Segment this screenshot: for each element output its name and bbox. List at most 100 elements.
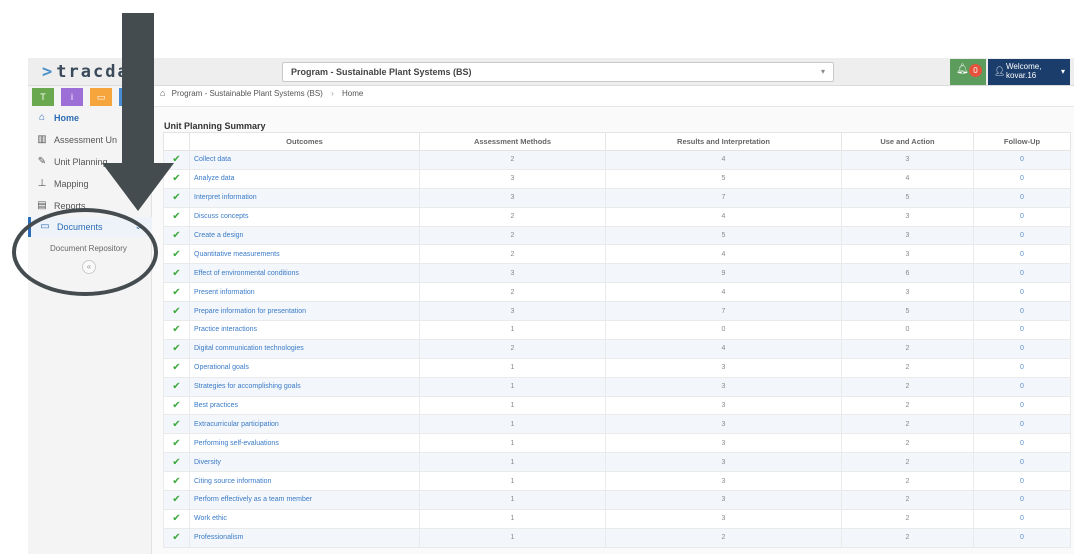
use-action-count: 3 xyxy=(841,206,974,227)
results-count: 3 xyxy=(605,471,842,492)
use-action-count: 2 xyxy=(841,490,974,510)
column-header-use-and-action[interactable]: Use and Action xyxy=(841,132,974,151)
assessment-methods-count: 1 xyxy=(419,414,606,435)
program-select[interactable]: Program - Sustainable Plant Systems (BS)… xyxy=(282,62,834,82)
logo[interactable]: > tracda xyxy=(42,62,130,82)
results-count: 4 xyxy=(605,282,842,303)
use-action-count: 4 xyxy=(841,168,974,189)
column-header-follow-up[interactable]: Follow-Up xyxy=(973,132,1071,151)
outcome-link[interactable]: Diversity xyxy=(189,452,420,473)
use-action-count: 2 xyxy=(841,338,974,359)
outcome-link[interactable]: Work ethic xyxy=(189,508,420,529)
use-action-count: 0 xyxy=(841,320,974,340)
check-icon: ✔ xyxy=(163,338,190,359)
breadcrumb-program[interactable]: Program - Sustainable Plant Systems (BS) xyxy=(172,89,323,98)
table-row: ✔ Strategies for accomplishing goals 1 3 2 0 xyxy=(163,376,1071,397)
quick-button-calendar[interactable]: ▭ xyxy=(90,88,112,106)
sidebar-item-label: Home xyxy=(54,113,80,123)
outcome-link[interactable]: Digital communication technologies xyxy=(189,338,420,359)
outcome-link[interactable]: Practice interactions xyxy=(189,320,420,340)
table-row: ✔ Practice interactions 1 0 0 0 xyxy=(163,320,1071,340)
table-row: ✔ Operational goals 1 3 2 0 xyxy=(163,357,1071,378)
follow-up-count: 0 xyxy=(973,150,1071,170)
notifications-button[interactable]: 🔔︎ 0 xyxy=(950,59,986,85)
outcome-link[interactable]: Present information xyxy=(189,282,420,303)
outcome-link[interactable]: Discuss concepts xyxy=(189,206,420,227)
table-row: ✔ Best practices 1 3 2 0 xyxy=(163,395,1071,416)
annotation-arrow-head xyxy=(102,163,174,211)
use-action-count: 3 xyxy=(841,150,974,170)
follow-up-count: 0 xyxy=(973,168,1071,189)
follow-up-count: 0 xyxy=(973,244,1071,265)
assessment-methods-count: 2 xyxy=(419,338,606,359)
column-header-assessment-methods[interactable]: Assessment Methods xyxy=(419,132,606,151)
assessment-methods-count: 1 xyxy=(419,527,606,548)
follow-up-count: 0 xyxy=(973,376,1071,397)
outcome-link[interactable]: Collect data xyxy=(189,150,420,170)
use-action-count: 6 xyxy=(841,263,974,284)
assessment-methods-count: 3 xyxy=(419,301,606,322)
summary-table-wrap: Outcomes Assessment Methods Results and … xyxy=(163,132,1071,548)
quick-button-info[interactable]: i xyxy=(61,88,83,106)
column-header-check xyxy=(163,132,190,151)
outcome-link[interactable]: Operational goals xyxy=(189,357,420,378)
table-row: ✔ Citing source information 1 3 2 0 xyxy=(163,471,1071,492)
follow-up-count: 0 xyxy=(973,395,1071,416)
check-icon: ✔ xyxy=(163,376,190,397)
sidebar-item-label: Assessment Un xyxy=(54,135,118,145)
table-body: ✔ Collect data 2 4 3 0 ✔ Analyze data 3 5 4 0 ✔ Inter… xyxy=(163,150,1071,548)
use-action-count: 2 xyxy=(841,508,974,529)
text-icon: T xyxy=(40,92,46,102)
breadcrumb: ⌂ Program - Sustainable Plant Systems (B… xyxy=(160,88,363,98)
table-row: ✔ Analyze data 3 5 4 0 xyxy=(163,168,1071,189)
results-count: 3 xyxy=(605,508,842,529)
assessment-methods-count: 1 xyxy=(419,376,606,397)
check-icon: ✔ xyxy=(163,263,190,284)
user-menu[interactable]: 👤︎ Welcome, kovar.16 ▾ xyxy=(988,59,1070,85)
check-icon: ✔ xyxy=(163,395,190,416)
assessment-methods-count: 3 xyxy=(419,168,606,189)
use-action-count: 2 xyxy=(841,471,974,492)
outcome-link[interactable]: Strategies for accomplishing goals xyxy=(189,376,420,397)
assessment-methods-count: 1 xyxy=(419,395,606,416)
results-count: 3 xyxy=(605,376,842,397)
notification-badge: 0 xyxy=(969,64,982,77)
follow-up-count: 0 xyxy=(973,301,1071,322)
table-row: ✔ Collect data 2 4 3 0 xyxy=(163,150,1071,170)
quick-button-text[interactable]: T xyxy=(32,88,54,106)
assessment-methods-count: 1 xyxy=(419,320,606,340)
outcome-link[interactable]: Perform effectively as a team member xyxy=(189,490,420,510)
assessment-methods-count: 3 xyxy=(419,263,606,284)
table-row: ✔ Create a design 2 5 3 0 xyxy=(163,225,1071,246)
check-icon: ✔ xyxy=(163,433,190,454)
follow-up-count: 0 xyxy=(973,414,1071,435)
column-header-results[interactable]: Results and Interpretation xyxy=(605,132,842,151)
table-row: ✔ Interpret information 3 7 5 0 xyxy=(163,187,1071,208)
table-row: ✔ Present information 2 4 3 0 xyxy=(163,282,1071,303)
check-icon: ✔ xyxy=(163,225,190,246)
home-icon[interactable]: ⌂ xyxy=(160,88,165,98)
column-header-outcomes[interactable]: Outcomes xyxy=(189,132,420,151)
logo-chevron: > xyxy=(42,62,55,82)
chevron-down-icon: ▾ xyxy=(820,67,825,76)
outcome-link[interactable]: Extracurricular participation xyxy=(189,414,420,435)
results-count: 5 xyxy=(605,168,842,189)
outcome-link[interactable]: Professionalism xyxy=(189,527,420,548)
outcome-link[interactable]: Create a design xyxy=(189,225,420,246)
outcome-link[interactable]: Analyze data xyxy=(189,168,420,189)
outcome-link[interactable]: Interpret information xyxy=(189,187,420,208)
assessment-methods-count: 2 xyxy=(419,150,606,170)
use-action-count: 3 xyxy=(841,282,974,303)
use-action-count: 2 xyxy=(841,357,974,378)
bell-icon: 🔔︎ xyxy=(956,64,969,75)
outcome-link[interactable]: Quantitative measurements xyxy=(189,244,420,265)
outcome-link[interactable]: Performing self-evaluations xyxy=(189,433,420,454)
use-action-count: 2 xyxy=(841,452,974,473)
outcome-link[interactable]: Effect of environmental conditions xyxy=(189,263,420,284)
user-icon: 👤︎ xyxy=(994,66,1006,76)
outcome-link[interactable]: Best practices xyxy=(189,395,420,416)
use-action-count: 2 xyxy=(841,376,974,397)
outcome-link[interactable]: Citing source information xyxy=(189,471,420,492)
breadcrumb-separator: › xyxy=(331,89,334,98)
outcome-link[interactable]: Prepare information for presentation xyxy=(189,301,420,322)
